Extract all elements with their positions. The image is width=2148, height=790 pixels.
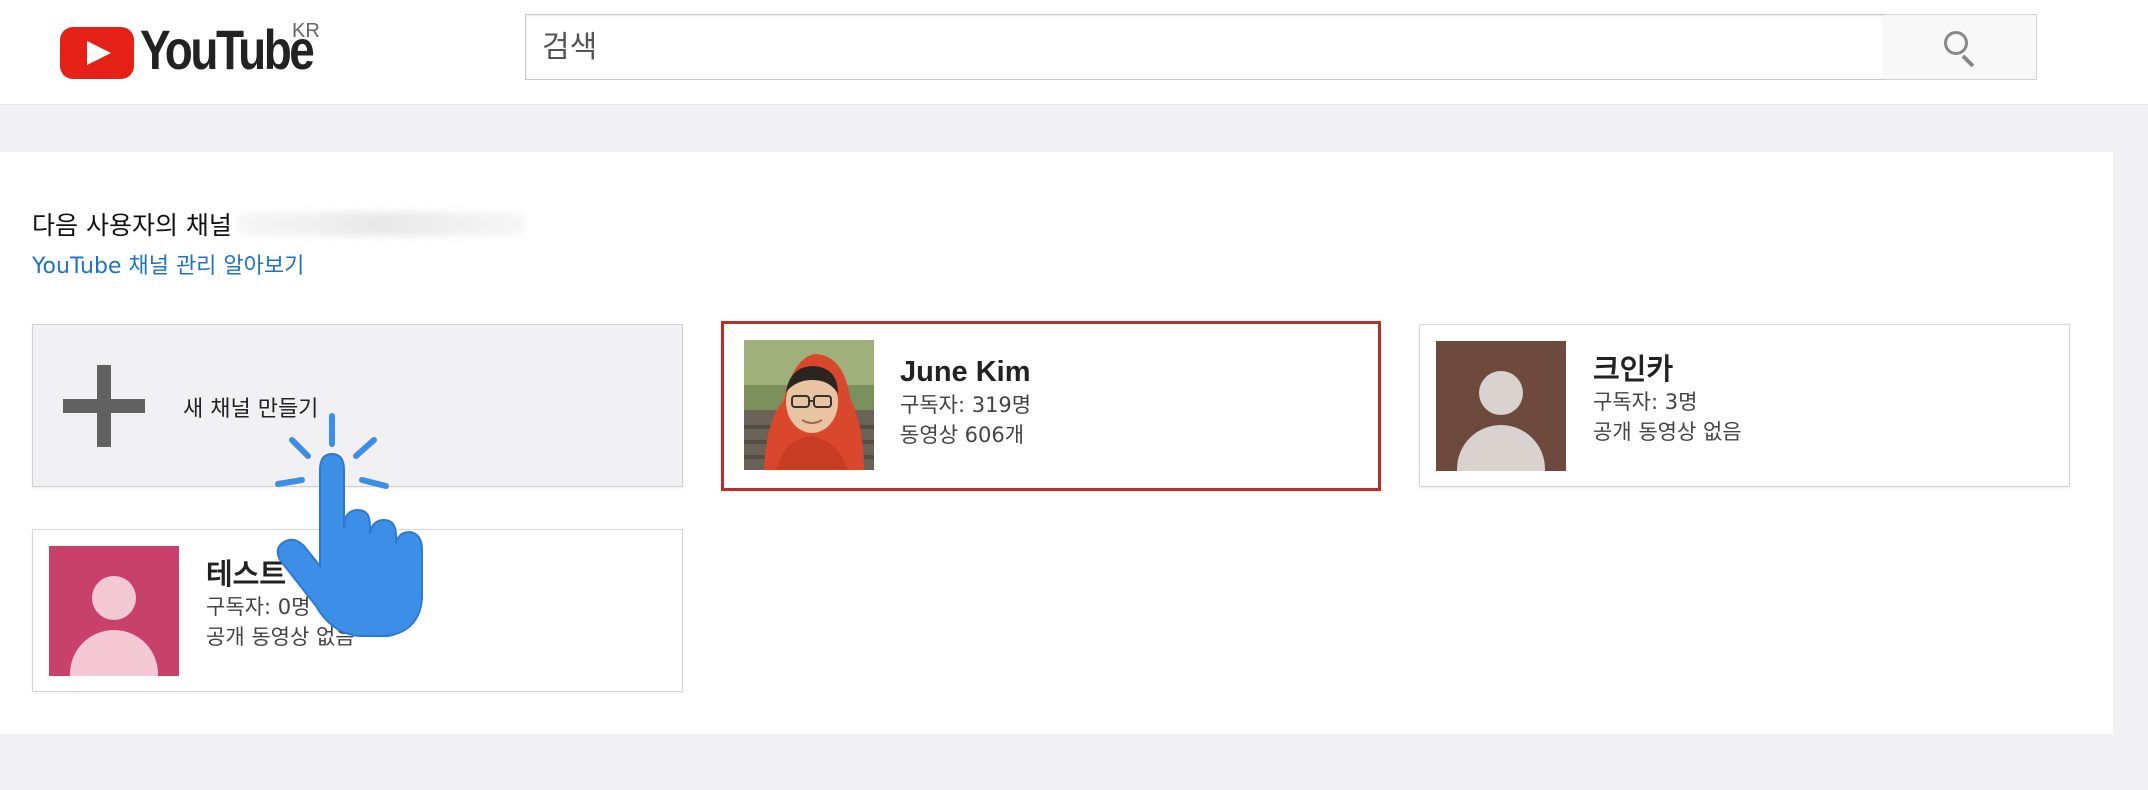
default-avatar-icon — [1436, 341, 1566, 471]
channel-name: 크인카 — [1593, 352, 1674, 386]
learn-channel-management-link[interactable]: YouTube 채널 관리 알아보기 — [32, 248, 304, 280]
search-icon — [1942, 29, 1978, 68]
default-avatar-icon — [49, 546, 179, 676]
channel-owner-line: 다음 사용자의 채널 — [32, 206, 526, 242]
avatar-photo — [744, 340, 874, 470]
channel-subscribers: 구독자: 3명 — [1593, 390, 1698, 414]
avatar — [744, 340, 874, 470]
channel-card-kuinka[interactable]: 크인카 구독자: 3명 공개 동영상 없음 — [1419, 324, 2070, 487]
top-header: YouTube KR — [0, 0, 2148, 105]
logo-region: KR — [292, 20, 320, 42]
channel-subscribers: 구독자: 319명 — [900, 393, 1032, 417]
channel-videos: 공개 동영상 없음 — [1593, 420, 1742, 444]
youtube-play-icon — [60, 27, 134, 79]
hand-pointer-icon — [275, 413, 423, 637]
logo-text: YouTube — [140, 18, 315, 81]
blurred-email — [235, 212, 526, 236]
search-button[interactable] — [1884, 14, 2037, 80]
search-box — [525, 14, 1885, 80]
channel-info: June Kim 구독자: 319명 동영상 606개 — [900, 354, 1031, 450]
channel-info: 크인카 구독자: 3명 공개 동영상 없음 — [1593, 351, 1742, 447]
channel-card-june-kim[interactable]: June Kim 구독자: 319명 동영상 606개 — [721, 321, 1381, 491]
channel-videos: 동영상 606개 — [900, 423, 1025, 447]
plus-icon — [63, 365, 145, 447]
channel-name: June Kim — [900, 356, 1031, 388]
search-input[interactable] — [526, 15, 1884, 79]
owner-prefix: 다음 사용자의 채널 — [32, 211, 232, 240]
youtube-logo[interactable]: YouTube KR — [60, 20, 350, 80]
